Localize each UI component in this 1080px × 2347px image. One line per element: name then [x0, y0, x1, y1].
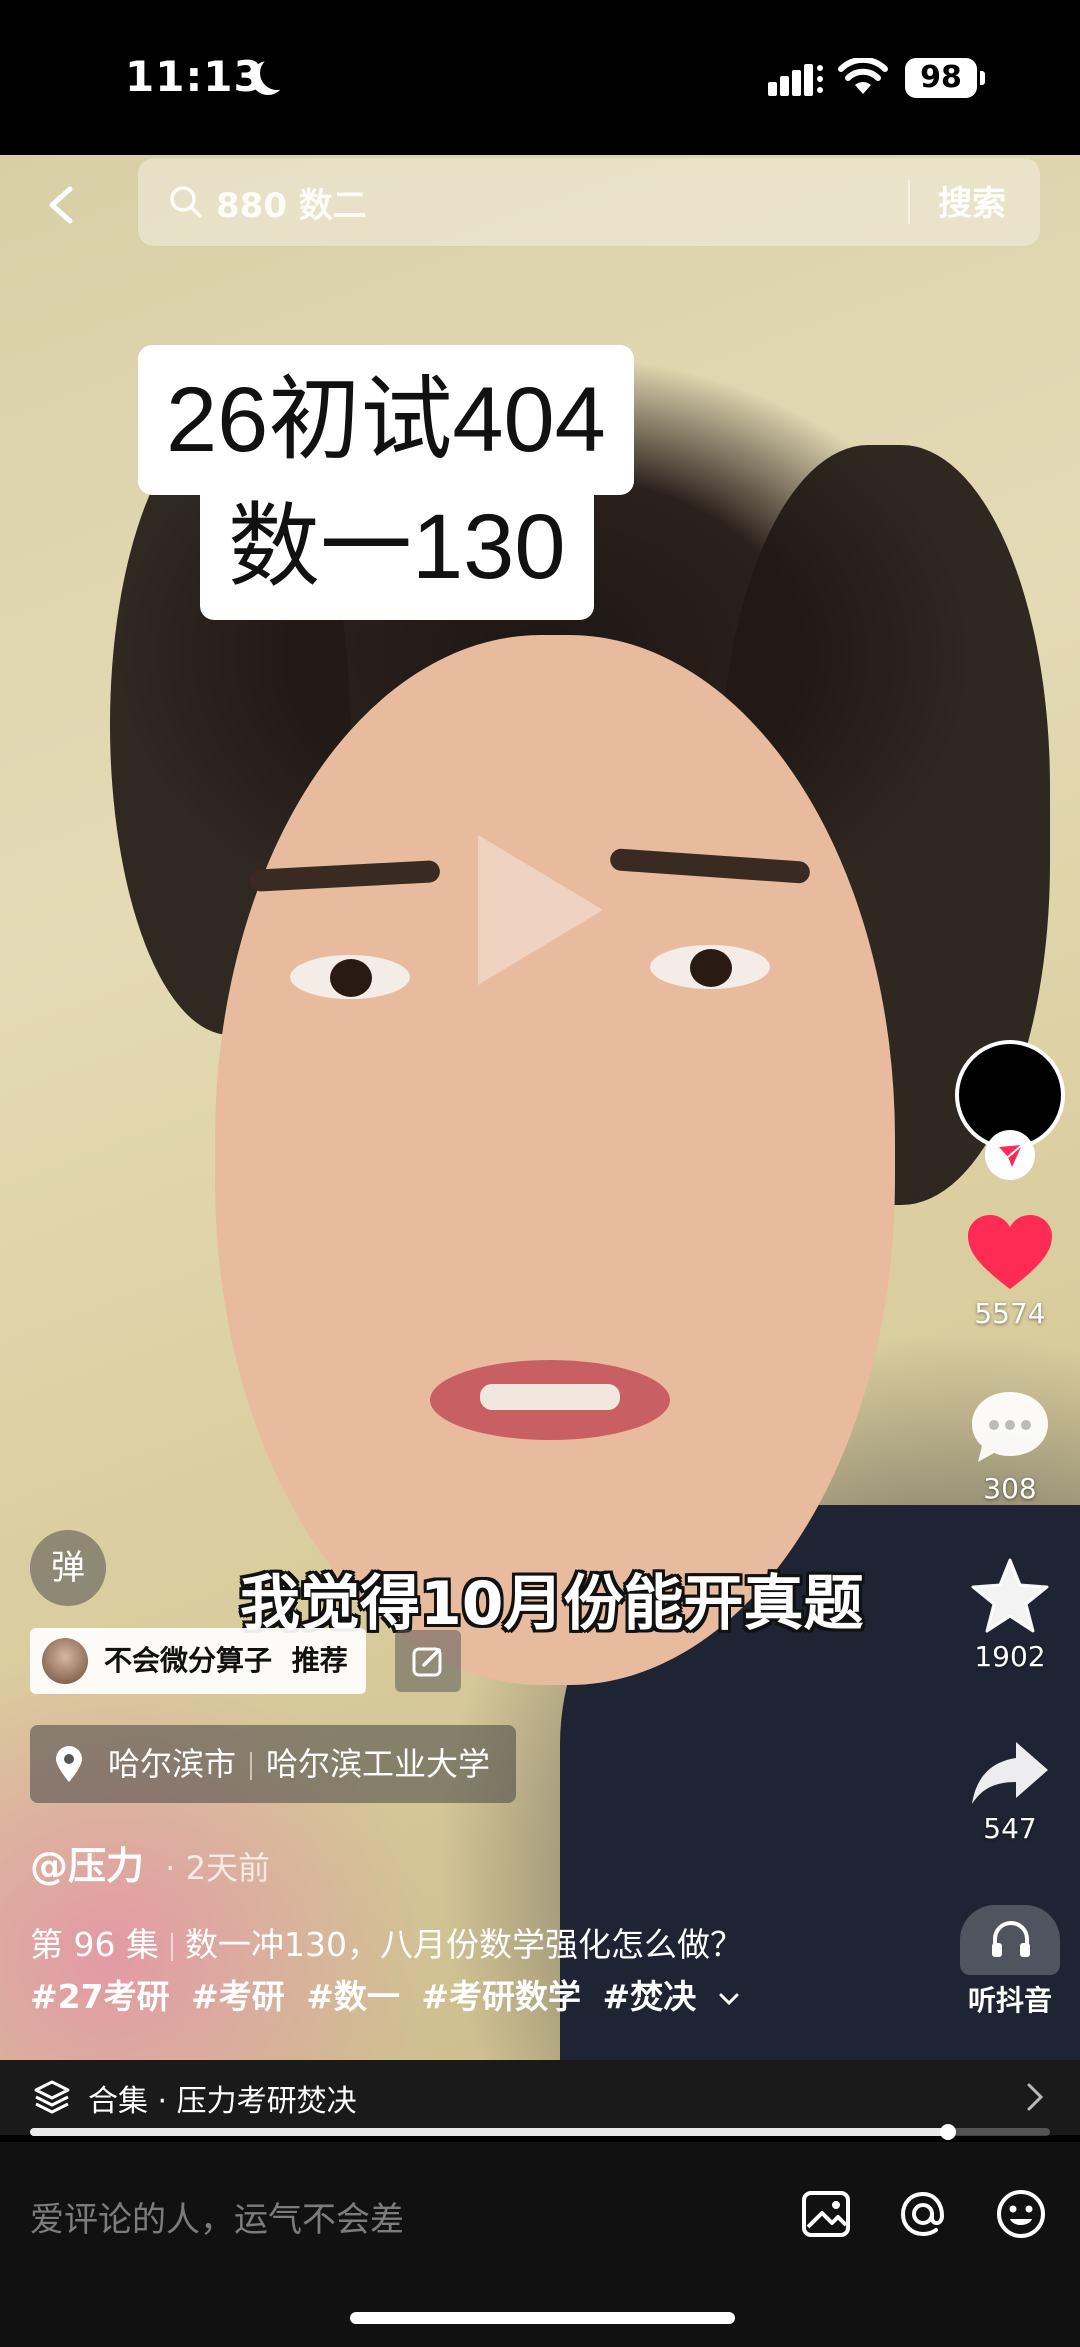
edit-icon	[412, 1647, 442, 1677]
hashtag[interactable]: #考研	[191, 1977, 285, 2016]
author-name[interactable]: @压力	[30, 1844, 144, 1888]
headphones-icon	[992, 1921, 1030, 1957]
like-button[interactable]: 5574	[950, 1215, 1070, 1330]
wifi-icon	[838, 58, 888, 94]
play-icon[interactable]	[478, 835, 603, 985]
comment-button[interactable]: 308	[950, 1390, 1070, 1505]
mention-icon[interactable]	[896, 2187, 950, 2241]
share-count: 547	[983, 1812, 1037, 1845]
description-text: 数一冲130，八月份数学强化怎么做？	[184, 1925, 743, 1964]
listen-label: 听抖音	[967, 1984, 1052, 2017]
hashtag-list: #27考研 #考研 #数一 #考研数学 #焚决	[30, 1970, 740, 2018]
home-indicator[interactable]	[350, 2312, 735, 2324]
post-time: · 2天前	[165, 1849, 270, 1887]
edit-button[interactable]	[395, 1630, 461, 1692]
author-row[interactable]: @压力 · 2天前	[30, 1835, 270, 1890]
recommend-label: 推荐	[291, 1644, 348, 1677]
video-progress-bar[interactable]	[30, 2124, 1050, 2140]
search-input[interactable]: 880 数二	[216, 178, 367, 227]
episode-number: 第 96 集	[30, 1925, 159, 1964]
search-icon	[170, 186, 202, 218]
comment-count: 308	[983, 1472, 1037, 1505]
hashtag[interactable]: #27考研	[30, 1977, 170, 2016]
chevron-right-icon	[1027, 2083, 1044, 2111]
video-description: 第 96 集数一冲130，八月份数学强化怎么做？	[30, 1918, 743, 1966]
hashtag[interactable]: #焚决	[603, 1977, 697, 2016]
danmu-toggle-button[interactable]: 弹	[30, 1530, 106, 1606]
recommender-avatar	[42, 1638, 88, 1684]
like-count: 5574	[974, 1297, 1046, 1330]
collection-bar[interactable]: 合集 · 压力考研焚决	[0, 2060, 1080, 2135]
recommender-name: 不会微分算子	[104, 1644, 273, 1677]
video-title-line2: 数一130	[200, 475, 594, 620]
favorite-count: 1902	[974, 1640, 1046, 1673]
comment-bubble-icon	[972, 1392, 1048, 1462]
location-pin-icon	[56, 1746, 82, 1782]
share-arrow-icon	[972, 1742, 1048, 1804]
heart-icon	[968, 1215, 1052, 1289]
search-bar[interactable]: 880 数二 搜索	[138, 158, 1040, 246]
video-title-line1: 26初试404	[138, 345, 634, 495]
cellular-signal-icon	[768, 64, 823, 96]
follow-badge[interactable]	[985, 1130, 1035, 1180]
collection-label: 合集 · 压力考研焚决	[88, 2084, 357, 2119]
status-bar: 11:13 98	[0, 0, 1080, 155]
recommend-chip[interactable]: 不会微分算子 推荐	[30, 1628, 366, 1694]
comment-input[interactable]: 爱评论的人，运气不会差	[30, 2192, 404, 2241]
moon-icon	[260, 56, 294, 90]
status-time: 11:13	[125, 52, 264, 101]
comment-bar: 爱评论的人，运气不会差	[0, 2142, 1080, 2347]
search-button[interactable]: 搜索	[938, 176, 1006, 225]
star-icon	[971, 1558, 1049, 1633]
video-frame-face	[215, 635, 895, 1685]
hashtag[interactable]: #数一	[306, 1977, 400, 2016]
location-chip[interactable]: 哈尔滨市 哈尔滨工业大学	[30, 1725, 517, 1803]
layers-icon	[34, 2080, 70, 2114]
emoji-icon[interactable]	[994, 2187, 1048, 2241]
location-place: 哈尔滨工业大学	[266, 1745, 491, 1783]
back-icon[interactable]	[42, 185, 82, 225]
search-divider	[908, 180, 910, 224]
follow-plus-icon	[999, 1144, 1023, 1167]
listen-button[interactable]: 听抖音	[955, 1905, 1065, 2019]
battery-indicator: 98	[905, 58, 985, 98]
favorite-button[interactable]: 1902	[950, 1558, 1070, 1673]
image-icon[interactable]	[800, 2187, 854, 2241]
progress-fill	[30, 2128, 948, 2136]
progress-knob[interactable]	[940, 2124, 956, 2140]
share-button[interactable]: 547	[950, 1740, 1070, 1845]
location-city: 哈尔滨市	[108, 1745, 237, 1783]
hashtag[interactable]: #考研数学	[421, 1977, 581, 2016]
expand-chevron-icon[interactable]	[718, 1992, 740, 2006]
